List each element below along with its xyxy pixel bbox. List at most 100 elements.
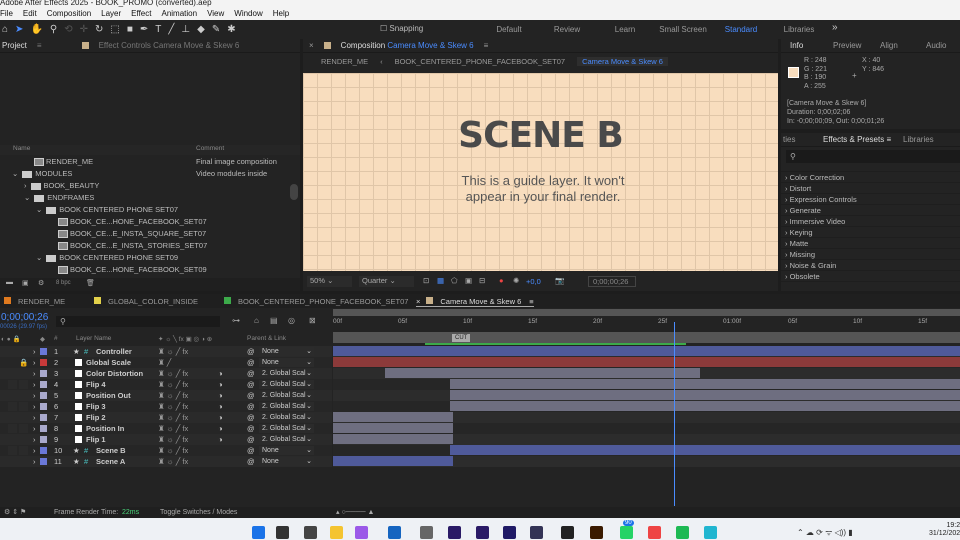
- video-toggle[interactable]: [8, 391, 17, 400]
- footer-icons[interactable]: ⚙ ⇕ ⚑: [4, 507, 26, 518]
- adjustment-layer-icon[interactable]: ◑: [218, 368, 223, 379]
- illustrator-icon[interactable]: [590, 526, 603, 539]
- chevron-right-icon[interactable]: ›: [33, 412, 36, 423]
- region-icon[interactable]: ⊡: [423, 276, 429, 285]
- layer-switches[interactable]: ♜ ☼ ╱ fx: [158, 390, 188, 401]
- layer-row[interactable]: › 4 Flip 4 ♜ ☼ ╱ fx ◑ @2. Global Scal ⌄: [0, 379, 332, 390]
- chevron-right-icon[interactable]: ›: [24, 181, 27, 190]
- file-explorer-icon[interactable]: [330, 526, 343, 539]
- breadcrumb-facebook[interactable]: BOOK_CENTERED_PHONE_FACEBOOK_SET07: [395, 57, 565, 66]
- menu-view[interactable]: View: [207, 8, 224, 20]
- whatsapp-icon[interactable]: [620, 526, 633, 539]
- menu-file[interactable]: File: [0, 8, 13, 20]
- tab-libraries[interactable]: Libraries: [903, 135, 934, 144]
- lock-toggle[interactable]: [19, 402, 28, 411]
- tab-align[interactable]: Align: [880, 41, 926, 50]
- project-scrollbar[interactable]: [290, 184, 298, 200]
- effect-category[interactable]: › Immersive Video: [781, 216, 960, 227]
- type-tool-icon[interactable]: T: [155, 24, 161, 35]
- pickwhip-icon[interactable]: @: [247, 434, 255, 445]
- workspace-review[interactable]: Review: [538, 25, 596, 34]
- col-name[interactable]: Name: [13, 145, 30, 152]
- layer-bar[interactable]: [450, 379, 960, 389]
- layer-row[interactable]: › 11 ★ # Scene A ♜ ☼ ╱ fx @ None ⌄: [0, 456, 332, 467]
- tab-effect-controls[interactable]: Effect Controls Camera Move & Skew 6: [99, 41, 240, 50]
- stamp-tool-icon[interactable]: ⊥: [181, 24, 190, 35]
- project-item[interactable]: ⌄ MODULES Video modules inside: [0, 168, 290, 180]
- layer-switches[interactable]: ♜ ☼ ╱ fx: [158, 379, 188, 390]
- comp-mini-flowchart-icon[interactable]: ⊶: [232, 316, 240, 325]
- media-encoder-icon[interactable]: [476, 526, 489, 539]
- menu-window[interactable]: Window: [234, 8, 262, 20]
- orbit-tool-icon[interactable]: ⟲: [64, 24, 72, 35]
- time-ruler[interactable]: 00f 05f 10f 15f 20f 25f 01:00f 05f 10f 15f: [333, 318, 960, 330]
- zoom-slider[interactable]: ▴ ○──── ▲: [336, 507, 374, 518]
- chevron-down-icon[interactable]: ⌄: [12, 169, 18, 178]
- transparency-grid-icon[interactable]: ▦: [437, 276, 444, 285]
- brush-tool-icon[interactable]: ╱: [168, 24, 174, 35]
- bit-depth[interactable]: 8 bpc: [56, 280, 71, 286]
- label-color[interactable]: [40, 458, 47, 465]
- parent-select[interactable]: None ⌄: [259, 347, 314, 356]
- layer-switches[interactable]: ♜ ☼ ╱ fx: [158, 434, 188, 445]
- layer-bar[interactable]: [450, 390, 960, 400]
- layer-name[interactable]: Flip 4: [86, 379, 106, 390]
- windows-start-icon[interactable]: [252, 526, 265, 539]
- chevron-right-icon[interactable]: ›: [33, 346, 36, 357]
- effect-category[interactable]: › Distort: [781, 183, 960, 194]
- work-area-bar[interactable]: [333, 309, 960, 316]
- after-effects-icon[interactable]: [503, 526, 516, 539]
- search-icon[interactable]: [276, 526, 289, 539]
- home-icon[interactable]: ⌂: [2, 24, 8, 35]
- pickwhip-icon[interactable]: @: [247, 357, 255, 368]
- pickwhip-icon[interactable]: @: [247, 423, 255, 434]
- resolution-select[interactable]: Quarter ⌄: [359, 276, 414, 287]
- graph-editor-icon[interactable]: ⊠: [309, 316, 316, 325]
- motion-blur-icon[interactable]: ◎: [288, 316, 295, 325]
- layer-name[interactable]: Position In: [86, 423, 124, 434]
- lock-toggle[interactable]: [19, 457, 28, 466]
- workspace-default[interactable]: Default: [480, 25, 538, 34]
- label-color[interactable]: [40, 392, 47, 399]
- pickwhip-icon[interactable]: @: [247, 456, 255, 467]
- cut-marker[interactable]: CUT: [452, 334, 471, 342]
- adjustment-layer-icon[interactable]: ◑: [218, 423, 223, 434]
- adjustment-layer-icon[interactable]: ◑: [218, 412, 223, 423]
- layer-name[interactable]: Scene B: [96, 445, 126, 456]
- lock-toggle[interactable]: [19, 424, 28, 433]
- layer-name[interactable]: Flip 1: [86, 434, 106, 445]
- project-item[interactable]: BOOK_CE...E_INSTA_SQUARE_SET07: [0, 228, 290, 240]
- chevron-right-icon[interactable]: ›: [33, 456, 36, 467]
- parent-select[interactable]: 2. Global Scal ⌄: [259, 413, 314, 422]
- label-color[interactable]: [40, 425, 47, 432]
- canva-icon[interactable]: [704, 526, 717, 539]
- video-toggle[interactable]: [8, 424, 17, 433]
- pan-tool-icon[interactable]: ✛: [80, 24, 88, 35]
- capcut-icon[interactable]: [561, 526, 574, 539]
- effect-category[interactable]: › Missing: [781, 249, 960, 260]
- lock-icon[interactable]: 🔒: [19, 357, 28, 368]
- layer-bar[interactable]: [450, 445, 960, 455]
- roto-tool-icon[interactable]: ✎: [212, 24, 220, 35]
- chevron-right-icon[interactable]: ›: [33, 379, 36, 390]
- chevron-right-icon[interactable]: ›: [33, 445, 36, 456]
- guides-icon[interactable]: ▣: [465, 276, 472, 285]
- app-icon[interactable]: [420, 526, 433, 539]
- lock-toggle[interactable]: [19, 446, 28, 455]
- layer-switches[interactable]: ♜ ☼ ╱ fx: [158, 445, 188, 456]
- close-icon[interactable]: ×: [416, 297, 420, 306]
- workspace-learn[interactable]: Learn: [596, 25, 654, 34]
- trash-icon[interactable]: 🗑: [86, 279, 95, 287]
- layer-name[interactable]: Scene A: [96, 456, 125, 467]
- adjustment-layer-icon[interactable]: ◑: [218, 379, 223, 390]
- davinci-icon[interactable]: [530, 526, 543, 539]
- lock-toggle[interactable]: [19, 380, 28, 389]
- effect-category[interactable]: › Keying: [781, 227, 960, 238]
- layer-bar[interactable]: [333, 357, 960, 367]
- effect-category[interactable]: › Color Correction: [781, 172, 960, 183]
- label-color[interactable]: [40, 436, 47, 443]
- layer-switches[interactable]: ♜ ☼ ╱ fx: [158, 412, 188, 423]
- layer-row[interactable]: 🔒 › 2 Global Scale ♜ ╱ @ None ⌄: [0, 357, 332, 368]
- layer-switches[interactable]: ♜ ☼ ╱ fx: [158, 401, 188, 412]
- pickwhip-icon[interactable]: @: [247, 368, 255, 379]
